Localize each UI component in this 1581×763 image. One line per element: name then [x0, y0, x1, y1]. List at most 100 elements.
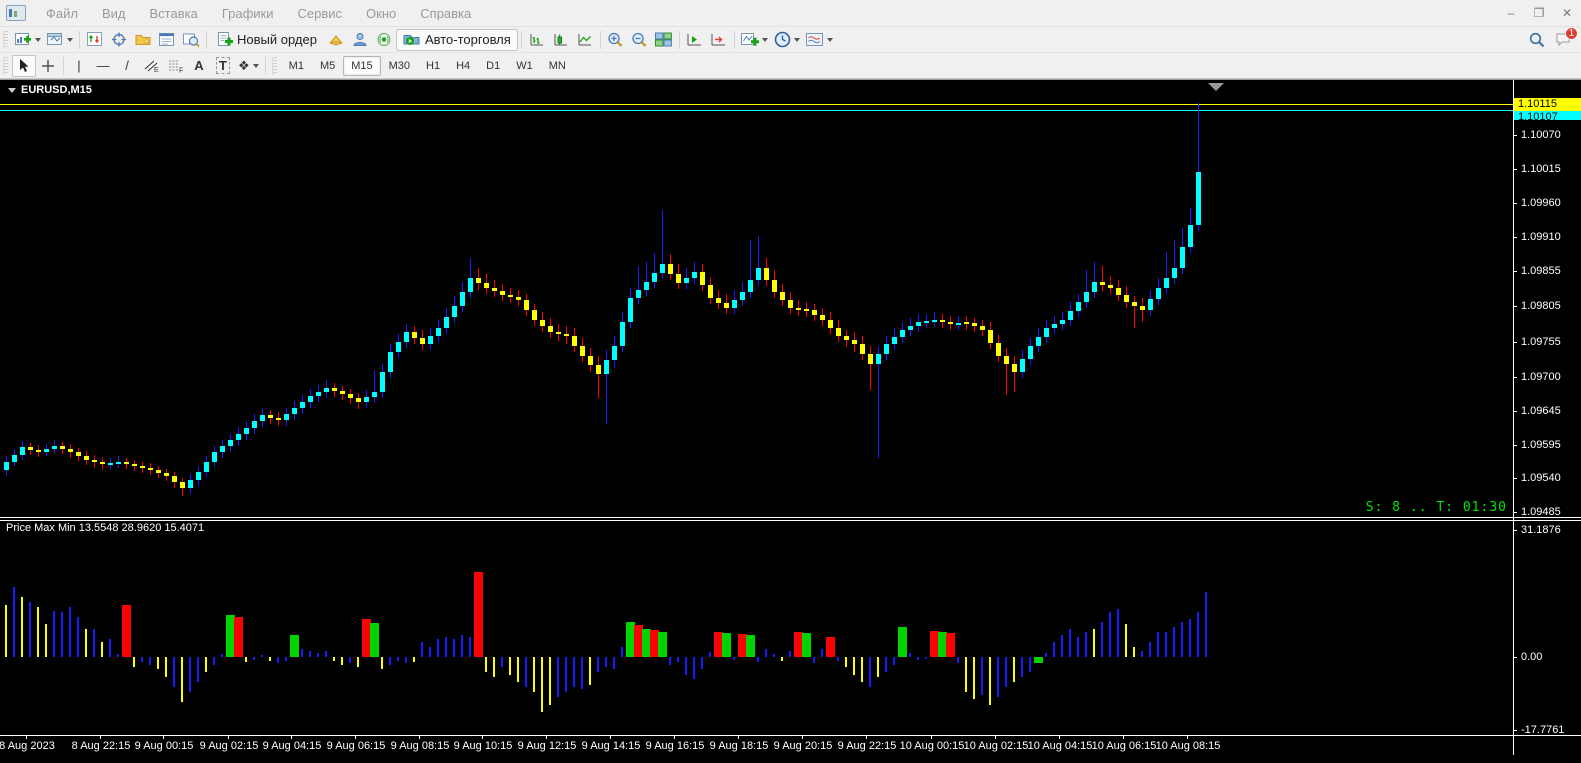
- chart-symbol-label[interactable]: EURUSD,M15: [8, 84, 92, 96]
- bid-price-box: 1.10107: [1514, 111, 1581, 120]
- candle-body: [156, 470, 161, 473]
- indicator-bar: [541, 657, 543, 712]
- candle-body: [708, 285, 713, 298]
- time-axis-label: 9 Aug 00:15: [129, 740, 199, 752]
- indicator-bar: [189, 657, 191, 692]
- price-tick: [1513, 203, 1517, 204]
- indicator-bar: [757, 657, 759, 662]
- indicator-bar: [109, 639, 111, 657]
- indicator-bar: [290, 635, 299, 657]
- candle-body: [548, 326, 553, 332]
- indicator-bar: [37, 607, 39, 657]
- indicator-bar: [445, 637, 447, 657]
- candle-wick: [1014, 356, 1015, 392]
- time-tick: [355, 735, 356, 739]
- candle-body: [684, 278, 689, 283]
- indicator-bar: [397, 657, 399, 661]
- candle-body: [644, 282, 649, 290]
- candle-body: [1132, 302, 1137, 306]
- price-tick: [1513, 411, 1517, 412]
- price-axis-label: 1.10070: [1521, 129, 1561, 141]
- candle-body: [1156, 288, 1161, 299]
- price-tick: [1513, 306, 1517, 307]
- time-tick: [1059, 735, 1060, 739]
- time-axis-label: 9 Aug 16:15: [640, 740, 710, 752]
- symbol-text: EURUSD,M15: [21, 84, 92, 96]
- indicator-bar: [165, 657, 167, 677]
- time-tick: [228, 735, 229, 739]
- candle-wick: [870, 346, 871, 390]
- candle-body: [1164, 278, 1169, 288]
- chevron-down-icon: [8, 88, 16, 93]
- indicator-bar: [581, 657, 583, 689]
- indicator-bar: [405, 657, 407, 663]
- indicator-bar: [93, 629, 95, 657]
- indicator-bar: [341, 657, 343, 665]
- price-tick: [1513, 530, 1517, 531]
- indicator-bar: [669, 657, 671, 665]
- indicator-bar: [349, 657, 351, 663]
- ask-price-box: 1.10115: [1514, 98, 1581, 111]
- indicator-bar: [1117, 609, 1119, 657]
- candle-body: [124, 462, 129, 464]
- time-axis-label: 9 Aug 04:15: [257, 740, 327, 752]
- indicator-bar: [1165, 632, 1167, 657]
- candle-body: [28, 447, 33, 450]
- time-axis-label: 10 Aug 04:15: [1025, 740, 1095, 752]
- indicator-bar: [898, 627, 907, 657]
- candle-body: [396, 342, 401, 352]
- candle-body: [1004, 356, 1009, 364]
- candle-body: [532, 310, 537, 320]
- candle-body: [76, 452, 81, 456]
- candle-body: [116, 462, 121, 464]
- indicator-bar: [565, 657, 567, 692]
- indicator-bar: [325, 651, 327, 657]
- indicator-bar: [1021, 657, 1023, 677]
- indicator-bar: [853, 657, 855, 675]
- time-tick: [26, 735, 27, 739]
- indicator-name-label: Price Max Min 13.5548 28.9620 15.4071: [6, 522, 204, 534]
- indicator-bar: [597, 657, 599, 672]
- candle-body: [916, 322, 921, 326]
- time-axis-label: 9 Aug 20:15: [768, 740, 838, 752]
- indicator-bar: [861, 657, 863, 682]
- candle-body: [260, 415, 265, 421]
- candle-body: [316, 392, 321, 396]
- candle-body: [1092, 282, 1097, 292]
- indicator-bar: [981, 657, 983, 695]
- candle-body: [308, 396, 313, 402]
- candle-body: [820, 315, 825, 320]
- candle-body: [1140, 306, 1145, 310]
- price-axis-label: 1.09805: [1521, 300, 1561, 312]
- chart-canvas[interactable]: 1.100701.100151.099601.099101.098551.098…: [0, 0, 1581, 763]
- indicator-bar: [429, 647, 431, 657]
- candle-body: [412, 332, 417, 338]
- candle-body: [380, 372, 385, 392]
- indicator-bar: [5, 605, 7, 657]
- candle-body: [972, 323, 977, 326]
- indicator-bar: [77, 617, 79, 657]
- candle-body: [852, 340, 857, 344]
- time-tick: [546, 735, 547, 739]
- indicator-bar: [461, 635, 463, 657]
- indicator-bar: [1053, 642, 1055, 657]
- indicator-bar: [333, 657, 335, 661]
- indicator-bar: [13, 587, 15, 657]
- chart-shift-marker[interactable]: [1208, 83, 1224, 91]
- candle-body: [60, 446, 65, 449]
- candle-body: [180, 482, 185, 488]
- candle-body: [1020, 359, 1025, 372]
- indicator-bar: [837, 657, 839, 661]
- pane-separator: [0, 520, 1581, 521]
- candle-body: [1060, 320, 1065, 324]
- indicator-bar: [453, 639, 455, 657]
- price-tick: [1513, 342, 1517, 343]
- candle-body: [516, 297, 521, 300]
- candle-body: [772, 280, 777, 292]
- indicator-bar: [117, 654, 119, 657]
- candle-body: [740, 292, 745, 300]
- time-tick: [995, 735, 996, 739]
- candle-body: [52, 446, 57, 449]
- candle-body: [900, 330, 905, 337]
- indicator-bar: [370, 623, 379, 657]
